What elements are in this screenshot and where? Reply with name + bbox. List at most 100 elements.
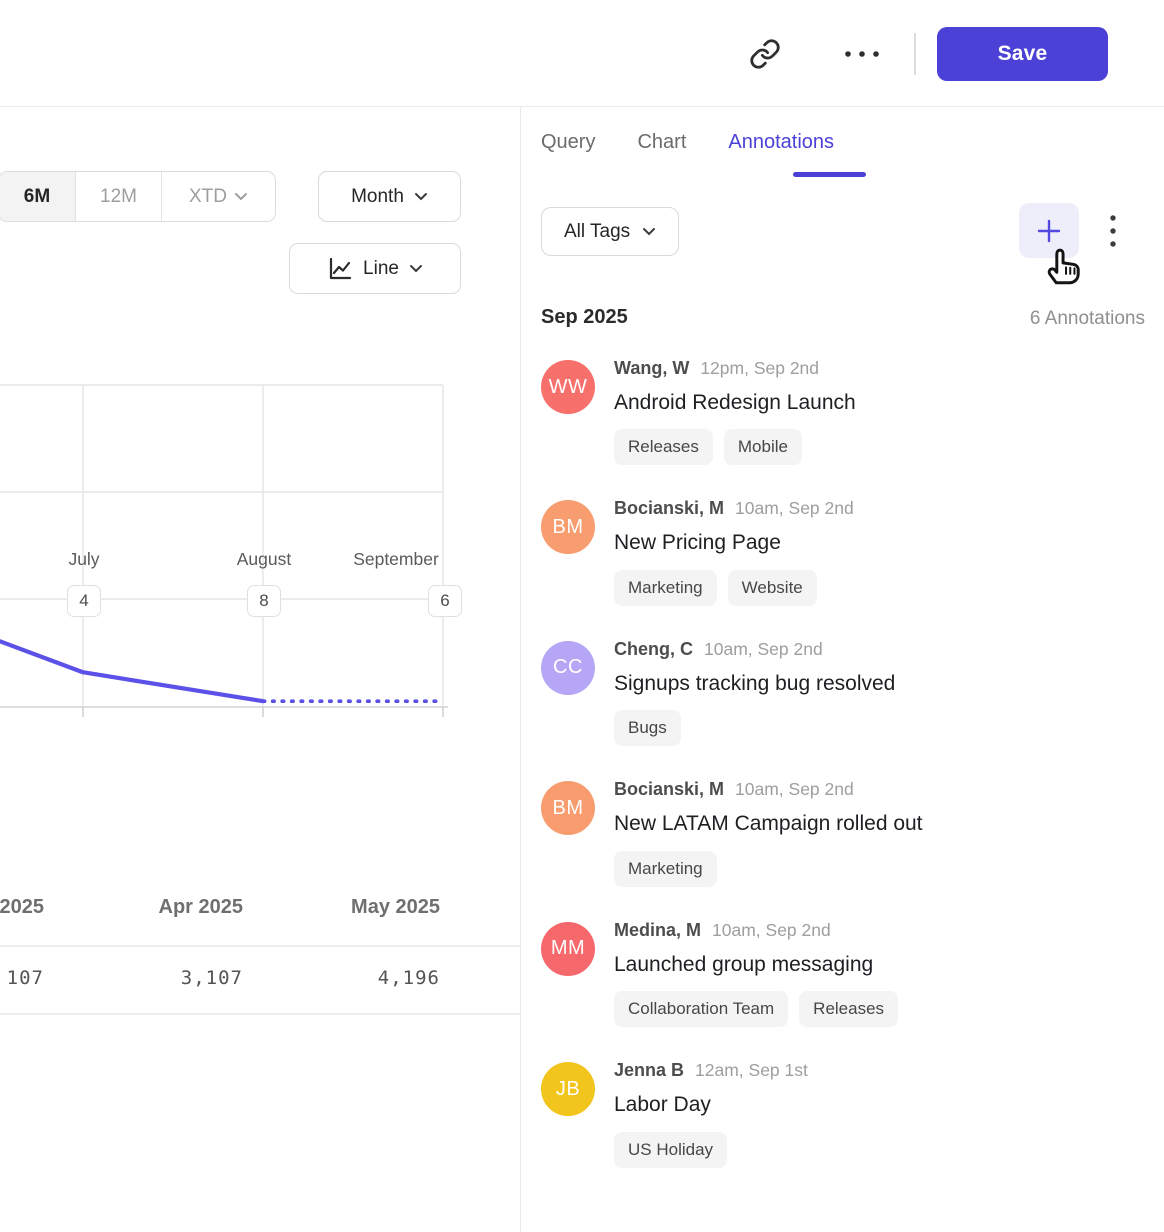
annotations-panel: Query Chart Annotations All Tags xyxy=(521,107,1164,1232)
annotation-title: Android Redesign Launch xyxy=(614,386,944,420)
top-toolbar: Save xyxy=(0,0,1164,107)
annotation-title: Launched group messaging xyxy=(614,948,944,982)
range-tab-xtd-label: XTD xyxy=(189,186,227,208)
tag-pill[interactable]: Marketing xyxy=(614,851,717,887)
annotation-author: Jenna B xyxy=(614,1060,684,1081)
kebab-menu-icon xyxy=(1109,214,1117,248)
chevron-down-icon xyxy=(234,192,248,201)
tag-pill[interactable]: Collaboration Team xyxy=(614,991,788,1027)
tab-annotations[interactable]: Annotations xyxy=(728,131,834,154)
annotation-author: Medina, M xyxy=(614,920,701,941)
more-options-button[interactable] xyxy=(836,28,888,80)
avatar: MM xyxy=(541,922,595,976)
tag-pill[interactable]: Releases xyxy=(614,429,713,465)
annotation-author: Cheng, C xyxy=(614,639,693,660)
tag-pill[interactable]: US Holiday xyxy=(614,1132,727,1168)
avatar: BM xyxy=(541,781,595,835)
annotation-title: Labor Day xyxy=(614,1088,944,1122)
all-tags-label: All Tags xyxy=(564,221,630,243)
tag-pill[interactable]: Marketing xyxy=(614,570,717,606)
tag-pill[interactable]: Website xyxy=(728,570,817,606)
annotation-author: Bocianski, M xyxy=(614,779,724,800)
share-link-button[interactable] xyxy=(739,28,791,80)
table-cell-may: 4,196 xyxy=(290,967,440,989)
annotation-author: Bocianski, M xyxy=(614,498,724,519)
line-chart-icon xyxy=(327,256,353,282)
save-button[interactable]: Save xyxy=(937,27,1108,81)
annotation-timestamp: 12am, Sep 1st xyxy=(695,1060,808,1081)
table-header-may: May 2025 xyxy=(290,896,440,919)
annotation-timestamp: 10am, Sep 2nd xyxy=(735,779,854,800)
plus-icon xyxy=(1037,219,1061,243)
annotation-list-item[interactable]: JB Jenna B 12am, Sep 1st Labor Day US Ho… xyxy=(521,1060,1164,1167)
month-section-heading: Sep 2025 xyxy=(541,306,628,329)
table-divider xyxy=(0,945,520,947)
x-axis-label-september: September xyxy=(346,549,446,570)
add-annotation-button[interactable] xyxy=(1019,203,1079,258)
annotation-timestamp: 12pm, Sep 2nd xyxy=(700,358,819,379)
table-divider xyxy=(0,1013,520,1015)
active-tab-underline xyxy=(793,172,866,177)
tab-query[interactable]: Query xyxy=(541,131,595,154)
app-window: Save 6M 12M XTD Month xyxy=(0,0,1164,1232)
chevron-down-icon xyxy=(642,227,656,236)
tag-pill[interactable]: Bugs xyxy=(614,710,681,746)
annotation-body: Bocianski, M 10am, Sep 2nd New Pricing P… xyxy=(614,498,1144,605)
annotation-author: Wang, W xyxy=(614,358,689,379)
annotation-count-badge-august[interactable]: 8 xyxy=(247,585,281,617)
ellipsis-icon xyxy=(842,49,882,59)
panel-tabs: Query Chart Annotations xyxy=(541,107,834,177)
avatar: JB xyxy=(541,1062,595,1116)
annotation-timestamp: 10am, Sep 2nd xyxy=(712,920,831,941)
table-cell-apr: 3,107 xyxy=(100,967,243,989)
annotation-body: Cheng, C 10am, Sep 2nd Signups tracking … xyxy=(614,639,1144,746)
chart-type-dropdown[interactable]: Line xyxy=(289,243,461,294)
date-range-segmented-control: 6M 12M XTD xyxy=(0,171,276,222)
range-tab-6m[interactable]: 6M xyxy=(0,172,75,221)
x-axis-label-august: August xyxy=(214,549,314,570)
avatar: BM xyxy=(541,500,595,554)
annotation-list-item[interactable]: CC Cheng, C 10am, Sep 2nd Signups tracki… xyxy=(521,639,1164,746)
all-tags-filter-dropdown[interactable]: All Tags xyxy=(541,207,679,256)
avatar: CC xyxy=(541,641,595,695)
annotation-list-item[interactable]: BM Bocianski, M 10am, Sep 2nd New Pricin… xyxy=(521,498,1164,605)
annotation-title: New Pricing Page xyxy=(614,526,944,560)
range-tab-12m-label: 12M xyxy=(100,186,137,208)
range-tab-6m-label: 6M xyxy=(24,186,50,208)
x-axis-label-july: July xyxy=(34,549,134,570)
annotation-list-item[interactable]: BM Bocianski, M 10am, Sep 2nd New LATAM … xyxy=(521,779,1164,886)
series-actual-line xyxy=(0,641,263,701)
annotation-count-label: 6 Annotations xyxy=(1030,308,1145,330)
annotation-title: Signups tracking bug resolved xyxy=(614,667,944,701)
table-header-mar: 2025 xyxy=(0,896,44,919)
tag-pill[interactable]: Releases xyxy=(799,991,898,1027)
annotation-count-badge-july[interactable]: 4 xyxy=(67,585,101,617)
table-cell-mar: 107 xyxy=(0,967,44,989)
annotation-count-badge-september[interactable]: 6 xyxy=(428,585,462,617)
granularity-label: Month xyxy=(351,186,404,208)
annotation-body: Jenna B 12am, Sep 1st Labor Day US Holid… xyxy=(614,1060,1144,1167)
annotation-timestamp: 10am, Sep 2nd xyxy=(735,498,854,519)
table-header-apr: Apr 2025 xyxy=(100,896,243,919)
chart-type-label: Line xyxy=(363,258,399,280)
annotation-list-item[interactable]: WW Wang, W 12pm, Sep 2nd Android Redesig… xyxy=(521,358,1164,465)
annotations-menu-button[interactable] xyxy=(1099,207,1127,255)
chart-panel: 6M 12M XTD Month xyxy=(0,107,521,1232)
granularity-dropdown[interactable]: Month xyxy=(318,171,461,222)
toolbar-divider xyxy=(914,33,916,75)
annotation-body: Bocianski, M 10am, Sep 2nd New LATAM Cam… xyxy=(614,779,1144,886)
tag-pill[interactable]: Mobile xyxy=(724,429,802,465)
avatar: WW xyxy=(541,360,595,414)
annotation-body: Medina, M 10am, Sep 2nd Launched group m… xyxy=(614,920,1144,1027)
annotation-timestamp: 10am, Sep 2nd xyxy=(704,639,823,660)
range-tab-12m[interactable]: 12M xyxy=(75,172,161,221)
chevron-down-icon xyxy=(414,192,428,201)
link-icon xyxy=(749,38,781,70)
range-tab-xtd[interactable]: XTD xyxy=(161,172,275,221)
chevron-down-icon xyxy=(409,264,423,273)
tab-chart[interactable]: Chart xyxy=(637,131,686,154)
annotation-list-item[interactable]: MM Medina, M 10am, Sep 2nd Launched grou… xyxy=(521,920,1164,1027)
annotation-list: WW Wang, W 12pm, Sep 2nd Android Redesig… xyxy=(521,358,1164,1201)
annotation-title: New LATAM Campaign rolled out xyxy=(614,807,944,841)
annotation-body: Wang, W 12pm, Sep 2nd Android Redesign L… xyxy=(614,358,1144,465)
